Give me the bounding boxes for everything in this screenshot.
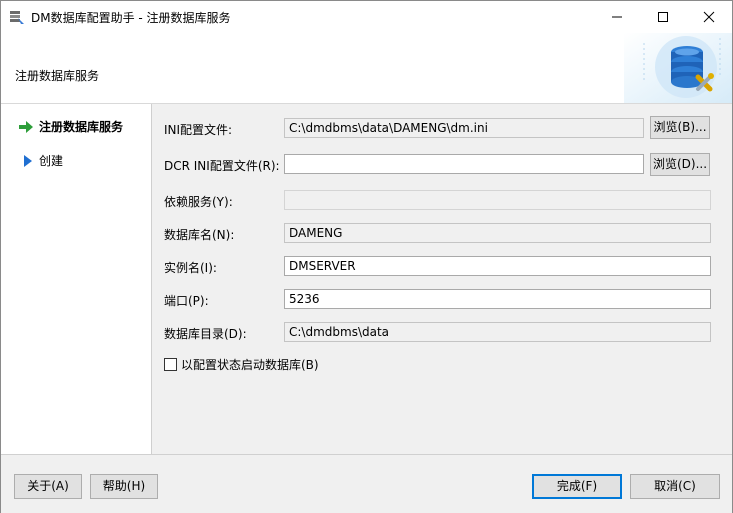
minimize-button[interactable] — [594, 1, 640, 33]
finish-button[interactable]: 完成(F) — [532, 474, 622, 499]
step-label: 注册数据库服务 — [39, 120, 124, 134]
close-window-button[interactable] — [686, 1, 732, 33]
dcr-ini-label: DCR INI配置文件(R): — [164, 159, 280, 173]
instance-name-field[interactable]: DMSERVER — [284, 256, 711, 276]
about-button[interactable]: 关于(A) — [14, 474, 82, 499]
port-field[interactable]: 5236 — [284, 289, 711, 309]
footer-bar: 关于(A) 帮助(H) 完成(F) 取消(C) — [1, 454, 732, 513]
instance-name-label: 实例名(I): — [164, 261, 217, 275]
browse-ini-button[interactable]: 浏览(B)... — [650, 116, 710, 139]
step-label: 创建 — [39, 154, 64, 168]
db-dir-label: 数据库目录(D): — [164, 327, 247, 341]
dcr-ini-field[interactable] — [284, 154, 644, 174]
cancel-button[interactable]: 取消(C) — [630, 474, 720, 499]
step-register-service[interactable]: 注册数据库服务 — [19, 118, 123, 135]
title-bar: DM数据库配置助手 - 注册数据库服务 — [1, 1, 732, 33]
maximize-icon — [658, 12, 668, 22]
form-panel: INI配置文件: C:\dmdbms\data\DAMENG\dm.ini 浏览… — [152, 104, 732, 454]
step-create[interactable]: 创建 — [23, 152, 63, 169]
page-title: 注册数据库服务 — [15, 69, 100, 83]
minimize-icon — [612, 16, 622, 18]
checkbox-box[interactable] — [164, 358, 177, 371]
header-banner: 注册数据库服务 — [1, 33, 732, 104]
ini-file-label: INI配置文件: — [164, 123, 233, 137]
port-label: 端口(P): — [164, 294, 209, 308]
window-title: DM数据库配置助手 - 注册数据库服务 — [31, 11, 231, 25]
green-arrow-icon — [19, 120, 33, 133]
config-start-checkbox[interactable]: 以配置状态启动数据库(B) — [164, 356, 319, 373]
dialog-window: DM数据库配置助手 - 注册数据库服务 注册数据库服务 注册数据库服务 创建 I… — [0, 0, 733, 513]
config-start-label: 以配置状态启动数据库(B) — [181, 358, 319, 372]
maximize-button[interactable] — [640, 1, 686, 33]
database-config-icon — [624, 33, 732, 103]
blue-triangle-icon — [24, 154, 32, 167]
ini-file-field[interactable]: C:\dmdbms\data\DAMENG\dm.ini — [284, 118, 644, 138]
db-name-label: 数据库名(N): — [164, 228, 235, 242]
help-button[interactable]: 帮助(H) — [90, 474, 158, 499]
app-icon — [9, 9, 25, 25]
wizard-steps-sidebar: 注册数据库服务 创建 — [1, 104, 152, 454]
dependency-service-field[interactable] — [284, 190, 711, 210]
dependency-service-label: 依赖服务(Y): — [164, 195, 233, 209]
browse-dcr-button[interactable]: 浏览(D)... — [650, 153, 710, 176]
close-icon — [703, 11, 715, 23]
db-dir-field[interactable]: C:\dmdbms\data — [284, 322, 711, 342]
db-name-field[interactable]: DAMENG — [284, 223, 711, 243]
